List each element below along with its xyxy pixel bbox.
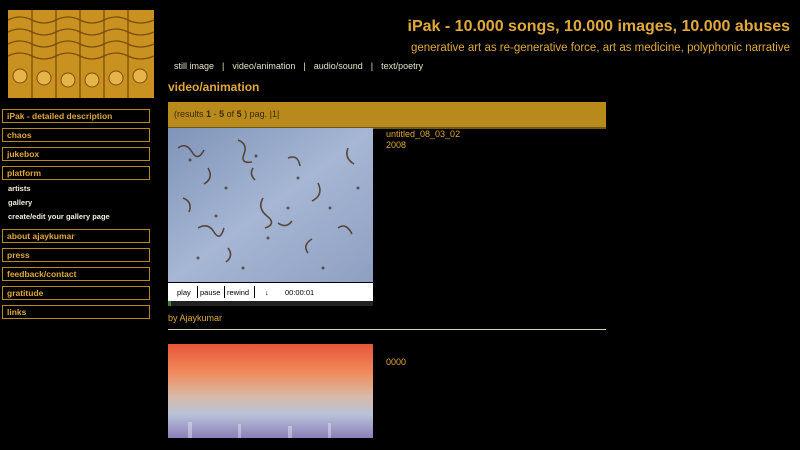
results-to: 5 — [219, 109, 225, 119]
play-button[interactable]: play — [177, 288, 191, 297]
nav-text-poetry[interactable]: text/poetry — [381, 61, 423, 71]
controls-divider — [254, 286, 255, 298]
site-subtitle: generative art as re-generative force, a… — [410, 42, 790, 54]
pause-button[interactable]: pause — [200, 288, 220, 297]
results-prefix: (results — [174, 109, 204, 119]
sidebar-item-links[interactable]: links — [2, 305, 150, 319]
playback-time: 00:00:01 — [285, 288, 315, 297]
video-player[interactable] — [168, 128, 373, 282]
media-type-nav: still image | video/animation | audio/sound |… — [174, 61, 424, 71]
video-meta: untitled_08_03_02 2008 — [386, 129, 460, 151]
sidebar-subitem-gallery[interactable]: gallery — [2, 196, 150, 210]
rewind-button[interactable]: rewind — [227, 288, 249, 297]
sidebar-item-detailed-description[interactable]: iPak - detailed description — [2, 109, 150, 123]
results-dash: - — [213, 109, 217, 119]
controls-divider — [224, 286, 225, 298]
video-title[interactable]: untitled_08_03_02 — [386, 129, 460, 140]
progress-fill — [168, 301, 172, 306]
section-title: video/animation — [168, 80, 260, 94]
byline-prefix: by — [168, 313, 178, 323]
ipak-logo[interactable] — [7, 10, 155, 98]
entry-divider — [168, 329, 606, 330]
results-from: 1 — [206, 109, 212, 119]
sidebar-item-gratitude[interactable]: gratitude — [2, 286, 150, 300]
nav-still-image[interactable]: still image — [174, 61, 214, 71]
video-title-2[interactable]: 0000 — [386, 357, 406, 367]
results-of: of — [226, 109, 235, 119]
download-icon[interactable]: ↓ — [265, 288, 269, 297]
sidebar-item-jukebox[interactable]: jukebox — [2, 147, 150, 161]
sidebar-item-about[interactable]: about ajaykumar — [2, 229, 150, 243]
video-year: 2008 — [386, 140, 407, 150]
results-total: 5 — [236, 109, 242, 119]
nav-video-animation[interactable]: video/animation — [232, 61, 295, 71]
sidebar-subitem-create-gallery[interactable]: create/edit your gallery page — [2, 210, 150, 224]
video-controls: play pause rewind ↓ 00:00:01 — [168, 283, 373, 301]
video-byline: by Ajaykumar — [168, 313, 222, 323]
site-title: iPak - 10.000 songs, 10.000 images, 10.0… — [407, 18, 790, 35]
sidebar-item-platform[interactable]: platform — [2, 166, 150, 180]
sidebar-subitem-artists[interactable]: artists — [2, 182, 150, 196]
video-thumbnail[interactable] — [168, 344, 373, 438]
sidebar-item-chaos[interactable]: chaos — [2, 128, 150, 142]
sidebar: iPak - detailed description chaos jukebo… — [2, 109, 150, 324]
sidebar-item-press[interactable]: press — [2, 248, 150, 262]
playback-progress[interactable] — [168, 301, 373, 306]
controls-divider — [197, 286, 198, 298]
author-link[interactable]: Ajaykumar — [180, 313, 223, 323]
nav-audio-sound[interactable]: audio/sound — [314, 61, 363, 71]
sidebar-item-feedback[interactable]: feedback/contact — [2, 267, 150, 281]
results-bar: (results 1 - 5 of 5 ) pag. |1| — [168, 102, 606, 127]
results-pagination[interactable]: ) pag. |1| — [244, 109, 279, 119]
